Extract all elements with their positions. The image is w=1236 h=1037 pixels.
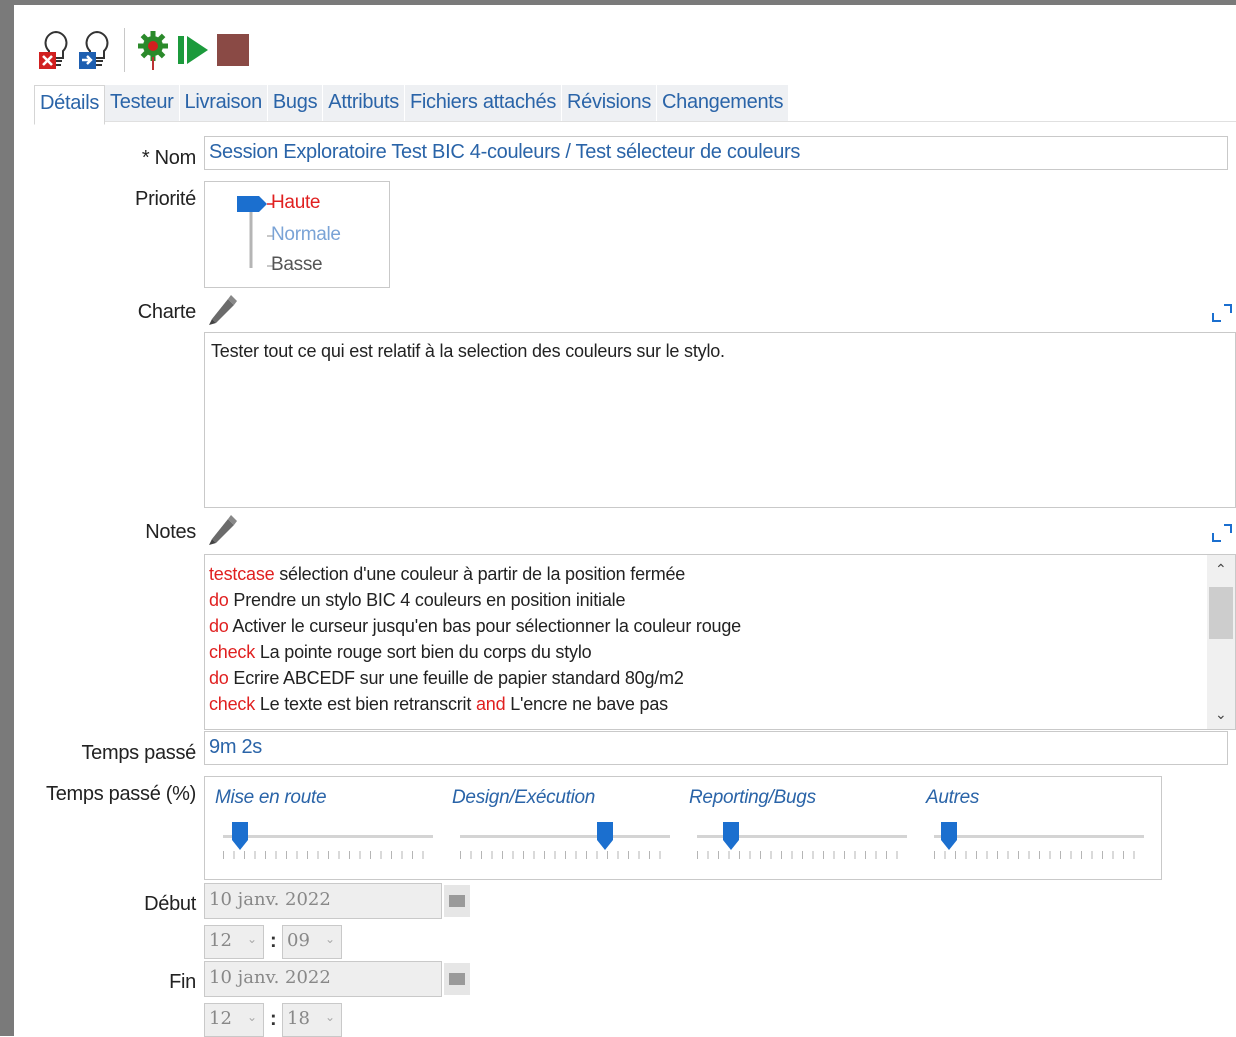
tab-bar: Détails Testeur Livraison Bugs Attributs…	[34, 85, 1236, 125]
pencil-icon[interactable]	[204, 291, 240, 332]
tab-fichiers-attaches[interactable]: Fichiers attachés	[404, 85, 563, 121]
priorite-label: Priorité	[135, 188, 196, 210]
temps-passe-pct-label: Temps passé (%)	[46, 783, 196, 805]
bulb-delete-icon[interactable]	[36, 27, 76, 73]
notes-line: check La pointe rouge sort bien du corps…	[209, 639, 1205, 665]
notes-label: Notes	[145, 521, 196, 543]
slider-label-mise-en-route: Mise en route	[215, 787, 327, 808]
fin-minute-value: 18	[287, 1008, 310, 1029]
notes-scrollbar[interactable]: ⌃ ⌄	[1207, 555, 1235, 729]
notes-lines: testcase sélection d'une couleur à parti…	[209, 561, 1205, 717]
slider-ticks	[460, 851, 670, 859]
slider-thumb-design-execution[interactable]	[596, 821, 614, 851]
scrollbar-thumb[interactable]	[1209, 587, 1233, 639]
charte-label: Charte	[137, 301, 197, 323]
calendar-icon[interactable]	[444, 963, 470, 995]
fin-label: Fin	[169, 971, 196, 993]
slider-track[interactable]	[223, 835, 433, 838]
charte-text: Tester tout ce qui est relatif à la sele…	[211, 341, 725, 361]
expand-icon[interactable]	[1210, 521, 1234, 550]
editor-panel: Détails Testeur Livraison Bugs Attributs…	[0, 0, 1236, 1037]
stop-icon[interactable]	[213, 27, 253, 73]
time-separator: :	[270, 930, 277, 952]
gear-icon[interactable]	[133, 27, 173, 73]
priorite-option-basse[interactable]: Basse	[271, 254, 323, 276]
priorite-option-normale[interactable]: Normale	[271, 224, 341, 246]
tab-testeur[interactable]: Testeur	[105, 85, 180, 121]
debut-hour-select[interactable]: 12 ⌄	[204, 925, 264, 959]
tab-livraison[interactable]: Livraison	[179, 85, 268, 121]
expand-icon[interactable]	[1210, 301, 1234, 330]
toolbar-separator	[124, 28, 125, 72]
priorite-option-haute[interactable]: Haute	[271, 192, 321, 214]
scroll-up-icon[interactable]: ⌃	[1215, 561, 1227, 578]
fin-minute-select[interactable]: 18 ⌄	[282, 1003, 342, 1037]
notes-line-text: Ecrire ABCEDF sur une feuille de papier …	[228, 668, 684, 688]
tab-attributs[interactable]: Attributs	[323, 85, 405, 121]
notes-line: do Ecrire ABCEDF sur une feuille de papi…	[209, 665, 1205, 691]
tab-bugs[interactable]: Bugs	[267, 85, 324, 121]
time-separator: :	[270, 1008, 277, 1030]
notes-line: testcase sélection d'une couleur à parti…	[209, 561, 1205, 587]
notes-line: do Prendre un stylo BIC 4 couleurs en po…	[209, 587, 1205, 613]
debut-minute-select[interactable]: 09 ⌄	[282, 925, 342, 959]
tab-changements[interactable]: Changements	[657, 85, 790, 121]
slider-thumb-autres[interactable]	[940, 821, 958, 851]
fin-hour-value: 12	[209, 1008, 232, 1029]
slider-ticks	[934, 851, 1144, 859]
notes-line-text: sélection d'une couleur à partir de la p…	[274, 564, 686, 584]
nom-input[interactable]: Session Exploratoire Test BIC 4-couleurs…	[204, 136, 1228, 170]
notes-keyword: check	[209, 694, 256, 714]
debut-hour-value: 12	[209, 930, 232, 951]
chevron-down-icon: ⌄	[246, 932, 257, 946]
debut-date-input[interactable]: 10 janv. 2022	[204, 883, 442, 919]
nom-label: * Nom	[141, 147, 196, 169]
slider-track[interactable]	[460, 835, 670, 838]
notes-keyword: do	[209, 668, 229, 688]
tab-revisions[interactable]: Révisions	[562, 85, 658, 121]
temps-passe-input[interactable]: 9m 2s	[204, 731, 1228, 765]
notes-line-text: Le texte est bien retranscrit	[255, 694, 476, 714]
debut-minute-value: 09	[287, 930, 310, 951]
temps-passe-pct-panel: Mise en route Design/Exécution Reporting…	[204, 776, 1162, 880]
notes-textarea[interactable]: testcase sélection d'une couleur à parti…	[204, 554, 1236, 730]
chevron-down-icon: ⌄	[324, 1010, 335, 1024]
notes-line: check Le texte est bien retranscrit and …	[209, 691, 1205, 717]
chevron-down-icon: ⌄	[324, 932, 335, 946]
toolbar	[36, 25, 253, 75]
calendar-icon[interactable]	[444, 885, 470, 917]
notes-keyword: do	[209, 616, 229, 636]
tab-details[interactable]: Détails	[34, 85, 106, 125]
notes-line: do Activer le curseur jusqu'en bas pour …	[209, 613, 1205, 639]
slider-track[interactable]	[934, 835, 1144, 838]
notes-line-text: Activer le curseur jusqu'en bas pour sél…	[228, 616, 741, 636]
scroll-down-icon[interactable]: ⌄	[1215, 706, 1227, 723]
notes-keyword: and	[475, 694, 506, 714]
charte-textarea[interactable]: Tester tout ce qui est relatif à la sele…	[204, 332, 1236, 508]
bulb-save-icon[interactable]	[76, 27, 116, 73]
notes-keyword: check	[209, 642, 256, 662]
slider-thumb-reporting-bugs[interactable]	[722, 821, 740, 851]
slider-ticks	[697, 851, 907, 859]
slider-label-reporting-bugs: Reporting/Bugs	[689, 787, 816, 808]
notes-keyword: testcase	[209, 564, 275, 584]
debut-label: Début	[144, 893, 196, 915]
priorite-slider[interactable]: Haute Normale Basse	[204, 181, 390, 288]
notes-line-text: Prendre un stylo BIC 4 couleurs en posit…	[228, 590, 626, 610]
temps-passe-label: Temps passé	[81, 742, 196, 764]
fin-date-input[interactable]: 10 janv. 2022	[204, 961, 442, 997]
pencil-icon[interactable]	[204, 511, 240, 552]
notes-line-text: L'encre ne bave pas	[505, 694, 668, 714]
slider-ticks	[223, 851, 433, 859]
slider-label-autres: Autres	[926, 787, 980, 808]
chevron-down-icon: ⌄	[246, 1010, 257, 1024]
fin-hour-select[interactable]: 12 ⌄	[204, 1003, 264, 1037]
slider-thumb-mise-en-route[interactable]	[231, 821, 249, 851]
play-icon[interactable]	[173, 27, 213, 73]
slider-label-design-execution: Design/Exécution	[452, 787, 596, 808]
notes-keyword: do	[209, 590, 229, 610]
notes-line-text: La pointe rouge sort bien du corps du st…	[255, 642, 592, 662]
